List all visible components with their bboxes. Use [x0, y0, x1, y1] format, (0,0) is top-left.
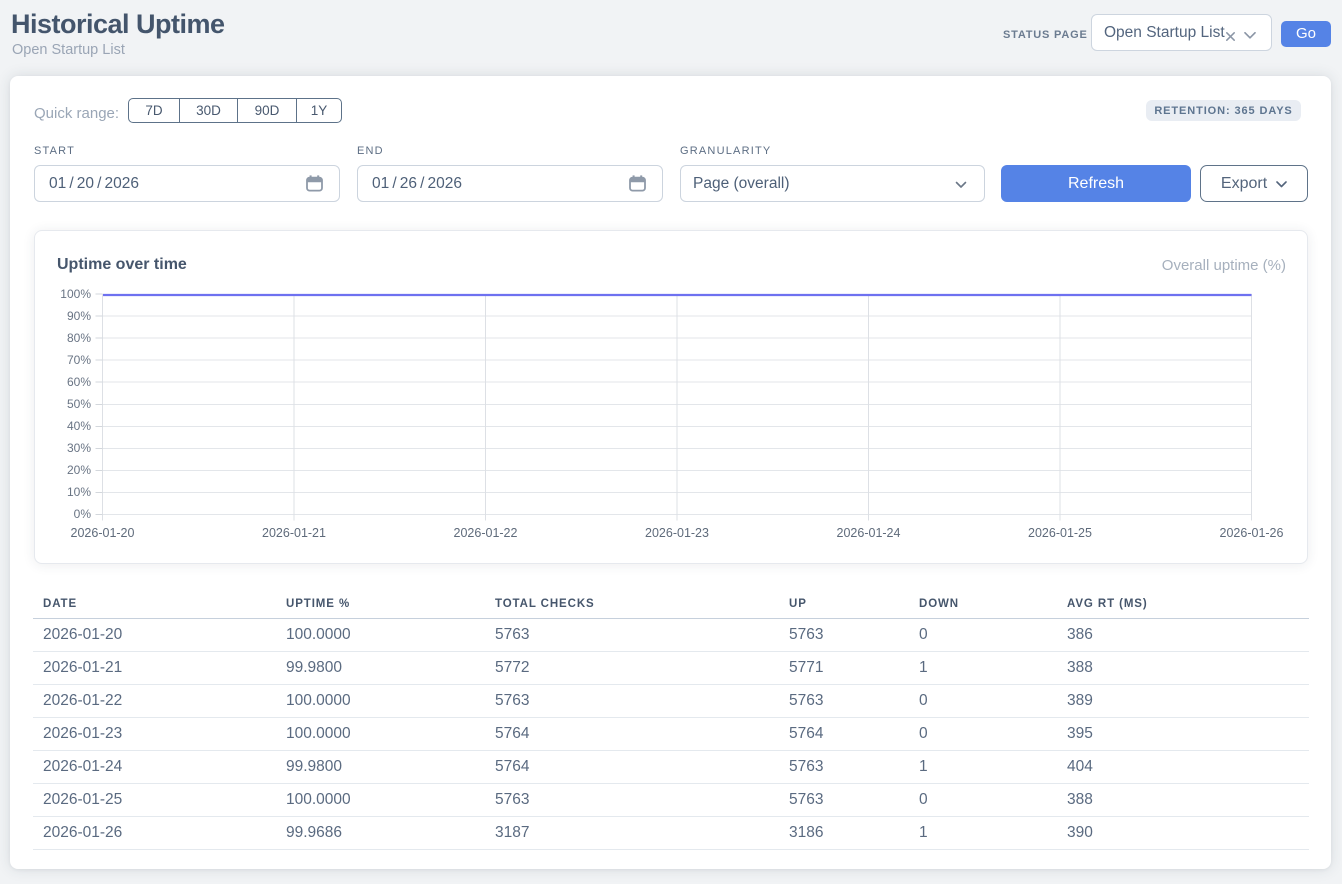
- svg-text:0%: 0%: [74, 507, 92, 521]
- svg-text:30%: 30%: [67, 441, 91, 455]
- svg-text:2026-01-21: 2026-01-21: [262, 526, 326, 540]
- svg-text:2026-01-20: 2026-01-20: [71, 526, 135, 540]
- svg-text:80%: 80%: [67, 331, 91, 345]
- svg-text:10%: 10%: [67, 485, 91, 499]
- svg-text:2026-01-26: 2026-01-26: [1220, 526, 1284, 540]
- svg-text:60%: 60%: [67, 375, 91, 389]
- svg-text:2026-01-23: 2026-01-23: [645, 526, 709, 540]
- svg-text:50%: 50%: [67, 397, 91, 411]
- svg-text:2026-01-22: 2026-01-22: [454, 526, 518, 540]
- svg-text:2026-01-25: 2026-01-25: [1028, 526, 1092, 540]
- svg-text:70%: 70%: [67, 353, 91, 367]
- svg-text:20%: 20%: [67, 463, 91, 477]
- svg-text:2026-01-24: 2026-01-24: [837, 526, 901, 540]
- svg-text:100%: 100%: [60, 287, 91, 301]
- svg-text:40%: 40%: [67, 419, 91, 433]
- svg-text:90%: 90%: [67, 309, 91, 323]
